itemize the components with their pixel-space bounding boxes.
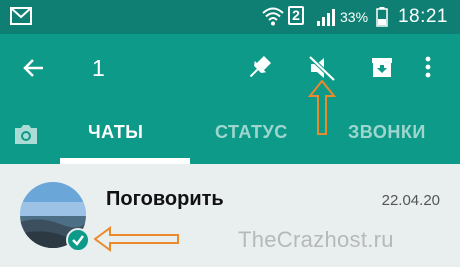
gmail-icon [10,7,32,25]
chat-title: Поговорить [106,188,224,210]
watermark: TheCrazhost.ru [238,227,394,252]
battery-percent: 33% [340,9,369,25]
camera-icon[interactable] [12,122,40,146]
tab-bar: ЧАТЫ СТАТУС ЗВОНКИ [0,104,460,164]
pin-icon[interactable] [246,54,272,82]
archive-icon[interactable] [370,55,394,79]
annotation-arrow-up-icon [308,80,336,136]
status-bar: 2 33% 18:21 [0,0,460,34]
tab-calls[interactable]: ЗВОНКИ [348,122,426,143]
signal-icon [316,8,336,26]
chat-list-item[interactable]: Поговорить 22.04.20 TheCrazhost.ru [0,164,460,267]
battery-icon [376,7,388,27]
tab-chats[interactable]: ЧАТЫ [88,122,143,143]
chat-date: 22.04.20 [381,192,440,209]
mute-icon[interactable] [308,54,336,82]
selected-check-icon [66,228,90,252]
more-vert-icon[interactable] [424,55,432,79]
wifi-icon [262,6,284,26]
annotation-arrow-left-icon [94,225,180,253]
sim-indicator: 2 [288,6,304,25]
selected-count: 1 [92,55,105,81]
clock: 18:21 [397,6,448,27]
selection-toolbar: 1 [0,34,460,104]
back-arrow-icon[interactable] [22,56,46,80]
tab-status[interactable]: СТАТУС [215,122,288,143]
